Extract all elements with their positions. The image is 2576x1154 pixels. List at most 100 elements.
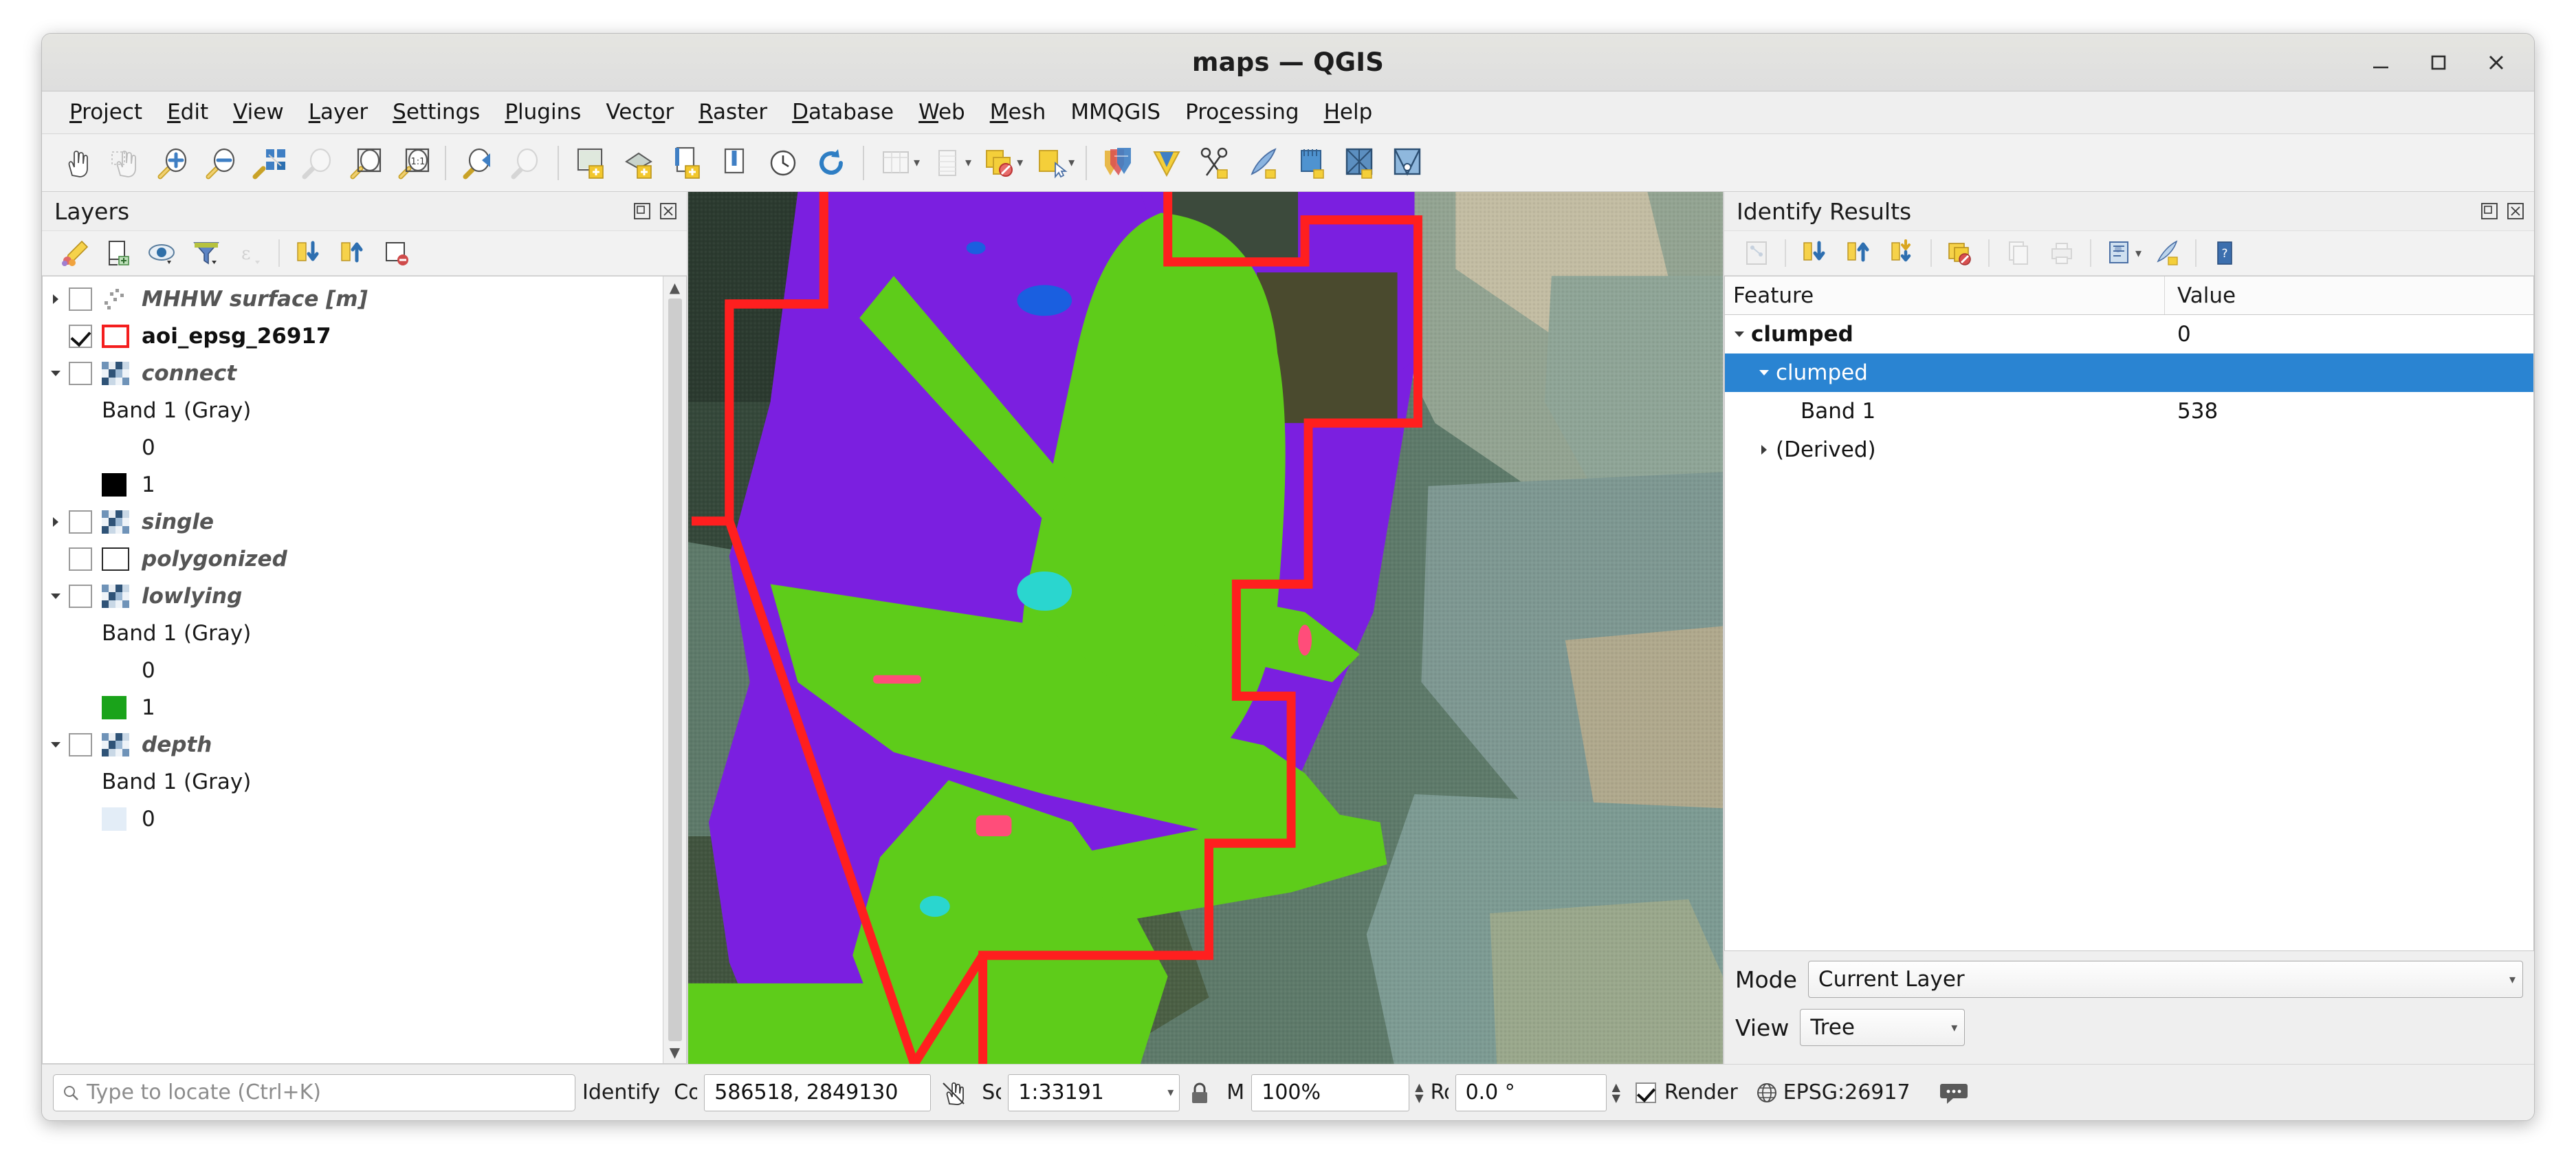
layer-visibility-checkbox[interactable]: [69, 325, 92, 348]
layer-row-aoi-epsg-26917[interactable]: aoi_epsg_26917: [43, 318, 663, 355]
expand-tree-icon[interactable]: [1881, 233, 1924, 273]
magnifier-stepper[interactable]: ▲▼: [1415, 1082, 1423, 1103]
undock-panel-icon[interactable]: [632, 201, 652, 221]
mode-combobox[interactable]: Current Layer ▾: [1808, 961, 2523, 998]
highlight-icon[interactable]: [2146, 233, 2188, 273]
layer-row-polygonized[interactable]: polygonized: [43, 541, 663, 578]
split-features-icon[interactable]: [1191, 140, 1238, 186]
menu-vector[interactable]: Vector: [593, 99, 686, 126]
lock-scale-icon[interactable]: [1180, 1080, 1220, 1106]
scrollbar-thumb[interactable]: [668, 298, 682, 1041]
expand-collapse-icon[interactable]: [1752, 367, 1776, 379]
expand-all-icon[interactable]: [287, 233, 329, 273]
menu-web[interactable]: Web: [906, 99, 978, 126]
pan-to-selection-icon[interactable]: [101, 140, 148, 186]
menu-settings[interactable]: Settings: [380, 99, 492, 126]
layer-row-mhhw-surface[interactable]: MHHW surface [m]: [43, 281, 663, 318]
temporal-controller-icon[interactable]: [760, 140, 806, 186]
add-group-icon[interactable]: [97, 233, 140, 273]
filter-legend-icon[interactable]: [185, 233, 228, 273]
pan-map-icon[interactable]: [53, 140, 100, 186]
open-layer-styling-icon[interactable]: [53, 233, 96, 273]
help-icon[interactable]: ?: [2203, 233, 2246, 273]
menu-view[interactable]: View: [221, 99, 296, 126]
menu-layer[interactable]: Layer: [296, 99, 380, 126]
attribute-table-icon[interactable]: [872, 140, 919, 186]
layer-row-single[interactable]: single: [43, 503, 663, 541]
zoom-to-layer-icon[interactable]: [342, 140, 388, 186]
expand-new-results-icon[interactable]: [1735, 233, 1778, 273]
new-spatial-bookmark-icon[interactable]: [1288, 140, 1334, 186]
layer-visibility-checkbox[interactable]: [69, 510, 92, 534]
column-header-feature[interactable]: Feature: [1725, 276, 2165, 314]
layers-tree-scrollbar[interactable]: ▲ ▼: [663, 276, 686, 1063]
show-layout-manager-icon[interactable]: [712, 140, 758, 186]
measure-icon[interactable]: [1143, 140, 1190, 186]
view-combobox[interactable]: Tree ▾: [1800, 1009, 1965, 1046]
zoom-full-icon[interactable]: [245, 140, 292, 186]
scroll-down-icon[interactable]: ▼: [670, 1044, 680, 1060]
messages-log-icon[interactable]: [1930, 1078, 1978, 1107]
maximize-button[interactable]: [2424, 48, 2453, 77]
result-row-band-1[interactable]: Band 1 538: [1725, 392, 2533, 431]
menu-plugins[interactable]: Plugins: [492, 99, 593, 126]
expand-all-icon[interactable]: [1793, 233, 1836, 273]
menu-project[interactable]: PProjectroject: [57, 99, 155, 126]
refresh-icon[interactable]: [808, 140, 855, 186]
close-panel-icon[interactable]: [2505, 201, 2526, 221]
layer-visibility-checkbox[interactable]: [69, 585, 92, 608]
show-bookmarks-icon[interactable]: [1336, 140, 1383, 186]
expand-collapse-icon[interactable]: [43, 515, 69, 529]
zoom-next-icon[interactable]: [503, 140, 549, 186]
layer-visibility-checkbox[interactable]: [69, 733, 92, 756]
coordinate-input[interactable]: 586518, 2849130: [704, 1074, 931, 1111]
expand-collapse-icon[interactable]: [43, 367, 69, 380]
zoom-native-icon[interactable]: 1:1: [390, 140, 437, 186]
print-icon[interactable]: [2040, 233, 2083, 273]
scroll-up-icon[interactable]: ▲: [670, 279, 680, 296]
locator-search-input[interactable]: Type to locate (Ctrl+K): [53, 1074, 575, 1111]
scale-combobox[interactable]: 1:33191 ▾: [1008, 1074, 1180, 1111]
layer-row-lowlying[interactable]: lowlying: [43, 578, 663, 615]
layer-visibility-checkbox[interactable]: [69, 362, 92, 385]
result-row-derived[interactable]: (Derived): [1725, 431, 2533, 469]
expand-collapse-icon[interactable]: [43, 292, 69, 306]
layer-visibility-checkbox[interactable]: [69, 287, 92, 311]
menu-database[interactable]: Database: [780, 99, 906, 126]
close-panel-icon[interactable]: [658, 201, 679, 221]
copy-feature-icon[interactable]: [1996, 233, 2039, 273]
toggle-extents-icon[interactable]: [931, 1078, 975, 1108]
edit-feature-form-icon[interactable]: [2098, 233, 2141, 273]
menu-edit[interactable]: Edit: [155, 99, 221, 126]
layer-row-depth[interactable]: depth: [43, 726, 663, 763]
new-3d-map-view-icon[interactable]: [615, 140, 662, 186]
column-header-value[interactable]: Value: [2165, 276, 2533, 314]
result-row-clumped-feature[interactable]: clumped: [1725, 353, 2533, 392]
render-checkbox[interactable]: [1636, 1082, 1656, 1103]
menu-mmqgis[interactable]: MMQGIS: [1058, 99, 1173, 126]
new-print-layout-icon[interactable]: [663, 140, 710, 186]
filter-legend-expression-icon[interactable]: ε: [229, 233, 272, 273]
new-map-view-icon[interactable]: [567, 140, 614, 186]
undock-panel-icon[interactable]: [2479, 201, 2500, 221]
zoom-out-icon[interactable]: [197, 140, 244, 186]
deselect-features-icon[interactable]: [976, 140, 1022, 186]
layer-visibility-checkbox[interactable]: [69, 547, 92, 571]
crs-status[interactable]: EPSG:26917: [1754, 1080, 1917, 1105]
text-annotation-icon[interactable]: [1240, 140, 1286, 186]
manage-visibility-icon[interactable]: [141, 233, 184, 273]
clear-results-icon[interactable]: [1939, 233, 1981, 273]
render-toggle[interactable]: Render: [1636, 1080, 1738, 1104]
map-canvas[interactable]: [688, 192, 1723, 1064]
select-features-icon[interactable]: [1027, 140, 1074, 186]
magnifier-input[interactable]: 100%: [1251, 1074, 1409, 1111]
menu-processing[interactable]: Processing: [1173, 99, 1312, 126]
map-tips-icon[interactable]: [1384, 140, 1431, 186]
expand-collapse-icon[interactable]: [1752, 444, 1776, 456]
minimize-button[interactable]: [2366, 48, 2395, 77]
zoom-last-icon[interactable]: [454, 140, 501, 186]
close-button[interactable]: [2482, 48, 2511, 77]
expand-collapse-icon[interactable]: [1728, 328, 1751, 340]
expand-collapse-icon[interactable]: [43, 589, 69, 603]
menu-mesh[interactable]: Mesh: [978, 99, 1059, 126]
